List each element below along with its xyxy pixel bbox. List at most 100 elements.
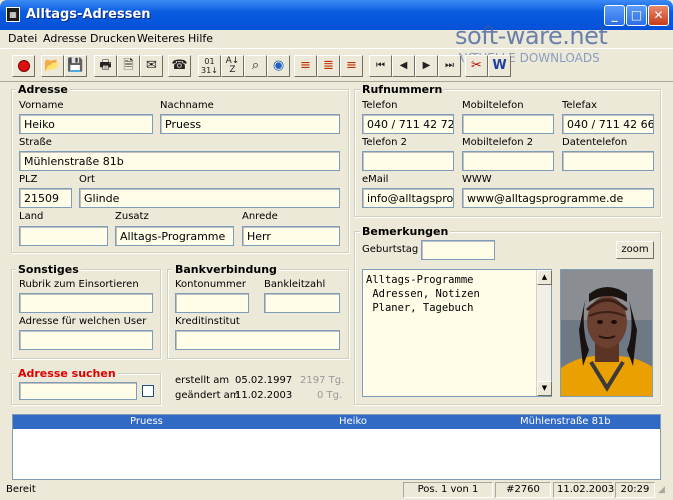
resize-grip-icon[interactable]: ◢ (658, 485, 665, 495)
app-icon[interactable]: ▦ (6, 7, 20, 22)
geaendert-date: 11.02.2003 (235, 390, 293, 401)
email-label: eMail (362, 174, 389, 185)
app-window: ▦ Alltags-Adressen _ □ ✕ Datei Adresse D… (0, 0, 673, 500)
erstellt-label: erstellt am (175, 375, 230, 386)
vorname-label: Vorname (19, 100, 64, 111)
strasse-field[interactable]: Mühlenstraße 81b (19, 151, 340, 171)
kontonummer-field[interactable] (175, 293, 249, 313)
rubrik-field[interactable] (19, 293, 153, 313)
telefax-field[interactable]: 040 / 711 42 662 (562, 114, 654, 134)
adresse-title: Adresse (16, 83, 70, 96)
notes-textarea[interactable]: Alltags-Programme Adressen, Notizen Plan… (362, 269, 552, 397)
geburtstag-field[interactable] (421, 240, 495, 260)
telefon-label: Telefon (362, 100, 398, 111)
status-position: Pos. 1 von 1 (403, 482, 493, 498)
address-list[interactable]: Pruess Heiko Mühlenstraße 81b (12, 414, 661, 480)
last-record-icon[interactable]: ⏭ (438, 55, 461, 77)
zusatz-label: Zusatz (115, 211, 149, 222)
bankleitzahl-field[interactable] (264, 293, 340, 313)
rubrik-label: Rubrik zum Einsortieren (19, 279, 139, 290)
align-right-icon[interactable]: ≡ (340, 55, 363, 77)
next-record-icon[interactable]: ▶ (415, 55, 438, 77)
geaendert-label: geändert am (175, 390, 240, 401)
print-preview-icon[interactable]: 🗎 (117, 55, 140, 77)
mobiltelefon2-label: Mobiltelefon 2 (462, 137, 534, 148)
phone-icon[interactable]: ☎ (168, 55, 191, 77)
table-row[interactable]: Pruess Heiko Mühlenstraße 81b (13, 415, 660, 429)
telefon2-label: Telefon 2 (362, 137, 408, 148)
mobiltelefon-label: Mobiltelefon (462, 100, 524, 111)
telefon-field[interactable]: 040 / 711 42 721 (362, 114, 454, 134)
align-center-icon[interactable]: ≣ (317, 55, 340, 77)
sort-alpha-icon[interactable]: A↓ Z (221, 55, 244, 77)
word-export-icon[interactable]: W (488, 55, 511, 77)
search-input[interactable] (19, 382, 137, 400)
save-icon[interactable]: 💾 (64, 55, 87, 77)
previous-record-icon[interactable]: ◀ (392, 55, 415, 77)
menu-adresse[interactable]: Adresse (38, 30, 92, 48)
bemerkungen-title: Bemerkungen (360, 225, 451, 238)
maximize-button[interactable]: □ (626, 5, 647, 26)
list-cell-vorname: Heiko (339, 416, 368, 427)
vorname-field[interactable]: Heiko (19, 114, 153, 134)
scroll-up-icon[interactable]: ▲ (537, 270, 552, 285)
menu-weiteres[interactable]: Weiteres (132, 30, 190, 48)
nachname-label: Nachname (160, 100, 214, 111)
status-time: 20:29 (615, 482, 655, 498)
search-checkbox[interactable] (142, 385, 154, 397)
search-globe-icon[interactable]: ◉ (267, 55, 290, 77)
user-label: Adresse für welchen User (19, 316, 147, 327)
close-button[interactable]: ✕ (648, 5, 669, 26)
nachname-field[interactable]: Pruess (160, 114, 340, 134)
datentelefon-field[interactable] (562, 151, 654, 171)
strasse-label: Straße (19, 137, 52, 148)
menu-hilfe[interactable]: Hilfe (183, 30, 218, 48)
toolbar: 📂 💾 🖶 🗎 ✉ ☎ 01 31↓ A↓ Z ⌕ ◉ ≡ ≣ ≡ ⏮ ◀ ▶ ⏭ … (0, 48, 673, 82)
kreditinstitut-label: Kreditinstitut (175, 316, 240, 327)
zoom-button[interactable]: zoom (616, 241, 654, 259)
contact-photo (560, 269, 653, 397)
status-id: #2760 (495, 482, 551, 498)
ort-field[interactable]: Glinde (79, 188, 340, 208)
watermark-logo: soft-ware.net (455, 22, 608, 50)
mobiltelefon-field[interactable] (462, 114, 554, 134)
status-date: 11.02.2003 (553, 482, 614, 498)
kontonummer-label: Kontonummer (175, 279, 246, 290)
telefax-label: Telefax (562, 100, 598, 111)
user-field[interactable] (19, 330, 153, 350)
status-text: Bereit (6, 484, 36, 495)
print-icon[interactable]: 🖶 (94, 55, 117, 77)
geaendert-days: 0 Tg. (317, 390, 343, 401)
email-field[interactable]: info@alltagsprog (362, 188, 454, 208)
datentelefon-label: Datentelefon (562, 137, 628, 148)
land-field[interactable] (19, 226, 108, 246)
status-bar: Bereit Pos. 1 von 1 #2760 11.02.2003 20:… (0, 480, 673, 500)
list-cell-strasse: Mühlenstraße 81b (520, 416, 611, 427)
plz-field[interactable]: 21509 (19, 188, 72, 208)
menu-datei[interactable]: Datei (3, 30, 42, 48)
binoculars-icon[interactable]: ⌕ (244, 55, 267, 77)
first-record-icon[interactable]: ⏮ (369, 55, 392, 77)
erstellt-days: 2197 Tg. (300, 375, 345, 386)
land-label: Land (19, 211, 44, 222)
anrede-label: Anrede (242, 211, 278, 222)
mobiltelefon2-field[interactable] (462, 151, 554, 171)
www-label: WWW (462, 174, 492, 185)
record-icon[interactable] (12, 55, 35, 77)
anrede-field[interactable]: Herr (242, 226, 340, 246)
sort-numeric-icon[interactable]: 01 31↓ (198, 55, 221, 77)
telefon2-field[interactable] (362, 151, 454, 171)
open-folder-icon[interactable]: 📂 (41, 55, 64, 77)
scroll-down-icon[interactable]: ▼ (537, 381, 552, 396)
kreditinstitut-field[interactable] (175, 330, 340, 350)
envelope-icon[interactable]: ✉ (140, 55, 163, 77)
notes-scrollbar[interactable]: ▲ ▼ (536, 270, 552, 396)
zusatz-field[interactable]: Alltags-Programme (115, 226, 234, 246)
align-left-icon[interactable]: ≡ (294, 55, 317, 77)
delete-icon[interactable]: ✂ (465, 55, 488, 77)
list-cell-nachname: Pruess (130, 416, 163, 427)
www-field[interactable]: www@alltagsprogramme.de (462, 188, 654, 208)
bank-title: Bankverbindung (173, 263, 279, 276)
sonstiges-title: Sonstiges (16, 263, 81, 276)
ort-label: Ort (79, 174, 95, 185)
